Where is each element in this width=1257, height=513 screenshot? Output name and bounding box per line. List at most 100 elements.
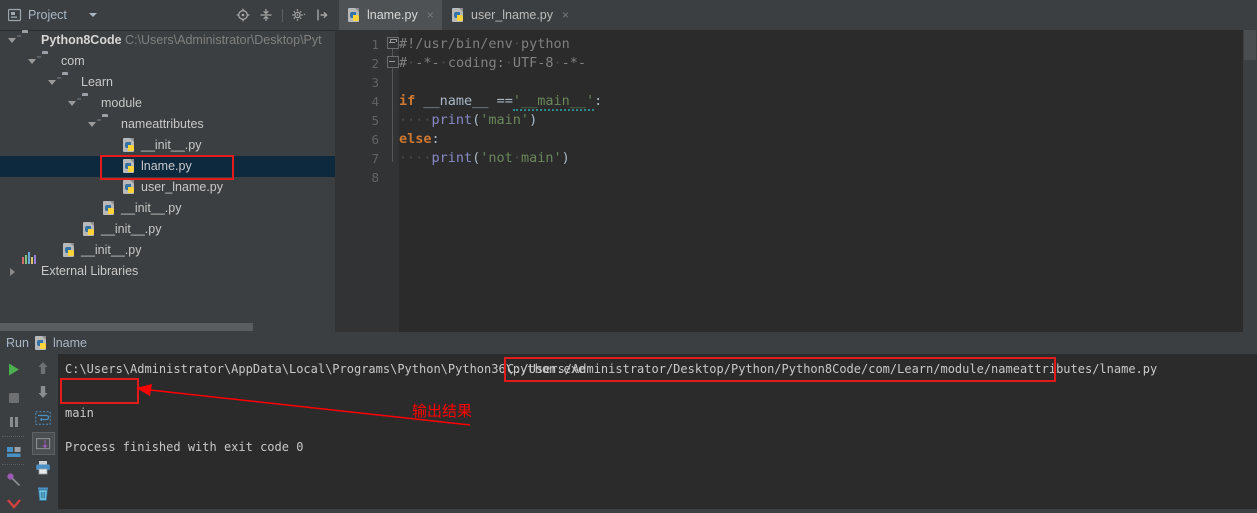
tree-row[interactable]: __init__.py <box>0 198 335 219</box>
code-token: ···· <box>399 112 432 128</box>
chevron-down-icon[interactable] <box>89 13 97 17</box>
project-icon <box>8 8 22 22</box>
scrollbar-thumb[interactable] <box>1244 30 1256 60</box>
soft-wrap-icon[interactable] <box>33 408 52 427</box>
code-token: UTF-8 <box>512 55 554 71</box>
editor-tab[interactable]: lname.py × <box>339 0 442 32</box>
external-libraries-icon <box>22 252 37 279</box>
console-output-line: main <box>65 406 94 420</box>
annotation-label: 输出结果 <box>412 403 473 420</box>
pin-button[interactable] <box>4 470 23 489</box>
tree-expand-arrow-open[interactable] <box>6 30 18 51</box>
locate-target-icon[interactable] <box>234 6 252 24</box>
run-toolbar-right <box>27 354 58 509</box>
code-token: '__main__' <box>512 93 595 111</box>
run-window-header: Run lname <box>0 332 1257 354</box>
trash-icon[interactable] <box>33 484 52 503</box>
gear-icon[interactable] <box>290 6 308 24</box>
pause-button[interactable] <box>4 412 23 431</box>
tree-row[interactable]: com <box>0 51 335 72</box>
tree-row-label: user_lname.py <box>141 180 223 194</box>
line-number: 7 <box>371 151 379 166</box>
code-token: 'main' <box>480 112 530 128</box>
python-file-icon <box>82 222 97 237</box>
stop-button[interactable] <box>4 388 23 407</box>
tree-expand-arrow-open[interactable] <box>26 51 38 72</box>
project-panel-title: Project <box>28 8 67 22</box>
toolbar-divider <box>282 8 283 22</box>
close-icon[interactable]: × <box>562 8 569 22</box>
editor-tab-bar: lname.py × user_lname.py × <box>335 0 1257 32</box>
tree-expand-arrow-open[interactable] <box>46 72 58 93</box>
project-file-tree[interactable]: Python8Code C:\Users\Administrator\Deskt… <box>0 30 335 314</box>
tree-row[interactable]: __init__.py <box>0 240 335 261</box>
hide-panel-icon[interactable] <box>313 6 331 24</box>
editor-code-area[interactable]: #!/usr/bin/env·python #·-*-·coding:·UTF-8… <box>399 30 1241 332</box>
code-token: · <box>512 150 521 166</box>
tree-row-label: __init__.py <box>81 243 142 257</box>
editor-tab[interactable]: user_lname.py × <box>443 0 577 30</box>
tree-row[interactable]: Python8Code C:\Users\Administrator\Deskt… <box>0 30 335 51</box>
line-number: 4 <box>371 94 379 109</box>
layout-button[interactable] <box>4 442 23 461</box>
project-header-toolbar <box>234 0 331 30</box>
code-token: python <box>520 36 570 52</box>
tree-row-label: lname.py <box>141 159 192 173</box>
project-horizontal-scrollbar[interactable] <box>0 322 335 332</box>
code-token: == <box>496 93 513 109</box>
scroll-to-end-icon[interactable] <box>32 432 55 455</box>
code-token: if <box>399 93 416 109</box>
line-number: 5 <box>371 113 379 128</box>
print-icon[interactable] <box>33 458 52 477</box>
tree-row[interactable]: __init__.py <box>0 135 335 156</box>
tree-row[interactable]: External Libraries <box>0 252 335 282</box>
editor-gutter[interactable]: 1 2 3 4 5 6 7 8 <box>335 30 387 332</box>
line-number: 3 <box>371 75 379 90</box>
run-console-output[interactable]: C:\Users\Administrator\AppData\Local\Pro… <box>58 354 1257 509</box>
tree-row[interactable]: lname.py <box>0 156 335 177</box>
tree-row-path: C:\Users\Administrator\Desktop\Pyt <box>121 33 322 47</box>
script-path-text: C:/Users/Administrator/Desktop/Python/Py… <box>507 362 1158 376</box>
code-token: ) <box>561 150 570 166</box>
close-icon[interactable]: × <box>427 8 434 22</box>
fold-marker-top[interactable] <box>387 37 399 49</box>
collapse-all-icon[interactable] <box>257 6 275 24</box>
code-line: if __name__ =='__main__': <box>399 92 602 111</box>
tree-row[interactable]: Learn <box>0 72 335 93</box>
editor-tab-label: lname.py <box>367 8 418 22</box>
tree-expand-arrow-open[interactable] <box>66 93 78 114</box>
editor-vertical-scrollbar[interactable] <box>1243 30 1257 332</box>
tree-row[interactable]: nameattributes <box>0 114 335 135</box>
toolbar-divider <box>2 436 24 438</box>
project-title-group[interactable]: Project <box>8 0 97 30</box>
up-arrow-icon[interactable] <box>33 358 52 377</box>
folder-icon <box>22 33 37 48</box>
editor-tab-label: user_lname.py <box>471 8 553 22</box>
folder-icon <box>102 117 117 132</box>
tree-expand-arrow-open[interactable] <box>86 114 98 135</box>
code-line: else: <box>399 130 440 149</box>
close-button[interactable] <box>4 494 23 513</box>
tree-row[interactable]: user_lname.py <box>0 177 335 198</box>
fold-marker-bottom[interactable] <box>387 56 399 68</box>
line-number: 8 <box>371 170 379 185</box>
code-token: · <box>512 36 521 52</box>
run-button[interactable] <box>4 360 23 379</box>
tree-row[interactable]: module <box>0 93 335 114</box>
python-file-icon <box>122 180 137 195</box>
python-file-icon <box>122 138 137 153</box>
tree-row-label: External Libraries <box>41 264 139 278</box>
tree-row-label: nameattributes <box>121 117 204 131</box>
editor-fold-column[interactable] <box>387 30 399 332</box>
tree-row[interactable]: __init__.py <box>0 219 335 240</box>
scrollbar-thumb[interactable] <box>0 323 253 331</box>
line-number: 6 <box>371 132 379 147</box>
down-arrow-icon[interactable] <box>33 382 52 401</box>
code-line: ····print('not·main') <box>399 149 570 168</box>
code-editor[interactable]: 12345678 #!/usr/bin/env·python #·-*-·codi… <box>335 30 1257 332</box>
project-panel-header: Project <box>0 0 335 31</box>
code-token: ···· <box>399 150 432 166</box>
run-tool-window: Run lname C:\Users\Administrator\AppData… <box>0 332 1257 509</box>
tree-expand-arrow-closed[interactable] <box>6 261 18 282</box>
